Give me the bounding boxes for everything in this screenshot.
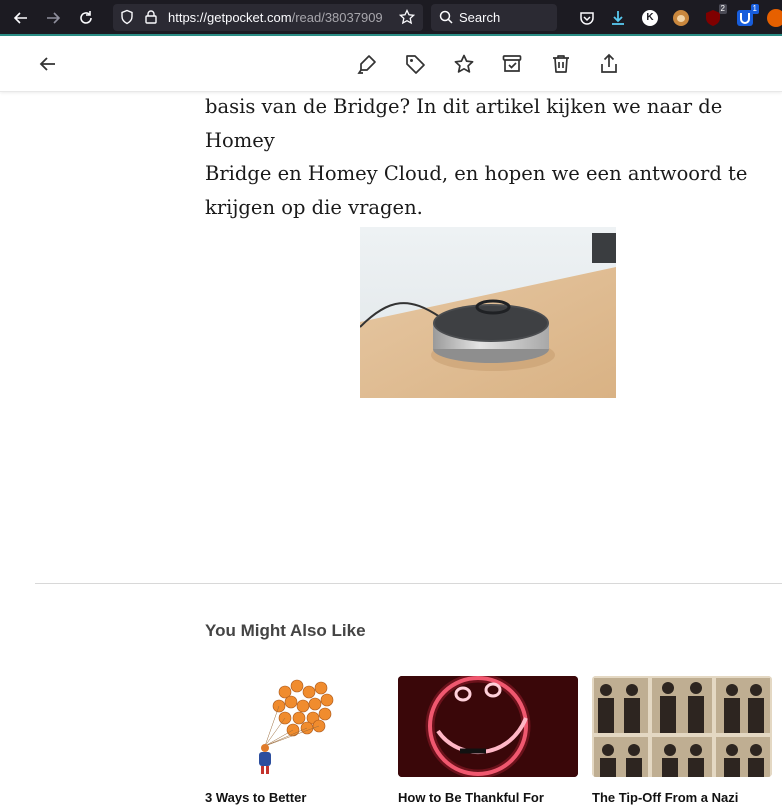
- reload-icon[interactable]: [75, 7, 97, 29]
- browser-toolbar: https://getpocket.com/read/38037909 Sear…: [0, 0, 782, 36]
- back-arrow-icon[interactable]: [10, 7, 32, 29]
- vintage-photos-image: [592, 676, 772, 777]
- back-icon[interactable]: [36, 52, 60, 76]
- ublock-badge: 2: [718, 4, 727, 14]
- article-line: krijgen op die vragen.: [205, 195, 423, 219]
- balloons-illustration: [259, 679, 334, 774]
- url-path: /read/38037909: [291, 10, 383, 25]
- bitwarden-badge: 1: [750, 4, 759, 14]
- recommendation-card[interactable]: [592, 676, 772, 777]
- recommendations-heading: You Might Also Like: [205, 621, 366, 640]
- section-divider: [35, 583, 782, 584]
- reader-toolbar: [0, 36, 782, 92]
- recommendation-title[interactable]: 3 Ways to Better: [205, 790, 306, 805]
- article-body: basis van de Bridge? In dit artikel kijk…: [205, 90, 775, 224]
- recommendation-title[interactable]: How to Be Thankful For: [398, 790, 544, 805]
- forward-arrow-icon[interactable]: [42, 7, 64, 29]
- homey-bridge-photo: [360, 227, 616, 398]
- search-placeholder: Search: [459, 10, 501, 25]
- k-extension-icon[interactable]: K: [640, 8, 660, 28]
- favorite-star-icon[interactable]: [452, 52, 476, 76]
- search-icon: [439, 10, 453, 24]
- recommendation-card[interactable]: [398, 676, 578, 777]
- download-icon[interactable]: [608, 8, 628, 28]
- share-icon[interactable]: [597, 52, 621, 76]
- highlighter-icon[interactable]: [355, 52, 379, 76]
- neon-smiley-image: [398, 676, 578, 777]
- ublock-extension-icon[interactable]: 2: [703, 4, 727, 28]
- recommendation-card[interactable]: [205, 676, 385, 777]
- bitwarden-extension-icon[interactable]: 1: [735, 4, 759, 28]
- pocket-icon[interactable]: [577, 8, 597, 28]
- delete-icon[interactable]: [549, 52, 573, 76]
- url-bar[interactable]: https://getpocket.com/read/38037909: [113, 4, 423, 31]
- k-extension-label: K: [642, 10, 658, 26]
- monkey-extension-icon[interactable]: [671, 8, 691, 28]
- fox-extension-icon[interactable]: [766, 8, 782, 28]
- archive-icon[interactable]: [500, 52, 524, 76]
- article-line: basis van de Bridge? In dit artikel kijk…: [205, 95, 723, 152]
- bookmark-star-icon[interactable]: [399, 9, 415, 25]
- lock-icon[interactable]: [143, 9, 159, 25]
- url-host: https://getpocket.com: [168, 10, 292, 25]
- tag-icon[interactable]: [403, 52, 427, 76]
- url-text: https://getpocket.com/read/38037909: [168, 10, 383, 25]
- shield-icon[interactable]: [119, 9, 135, 25]
- recommendation-title[interactable]: The Tip-Off From a Nazi: [592, 790, 738, 805]
- search-input[interactable]: Search: [431, 4, 557, 31]
- article-line: Bridge en Homey Cloud, en hopen we een a…: [205, 162, 748, 185]
